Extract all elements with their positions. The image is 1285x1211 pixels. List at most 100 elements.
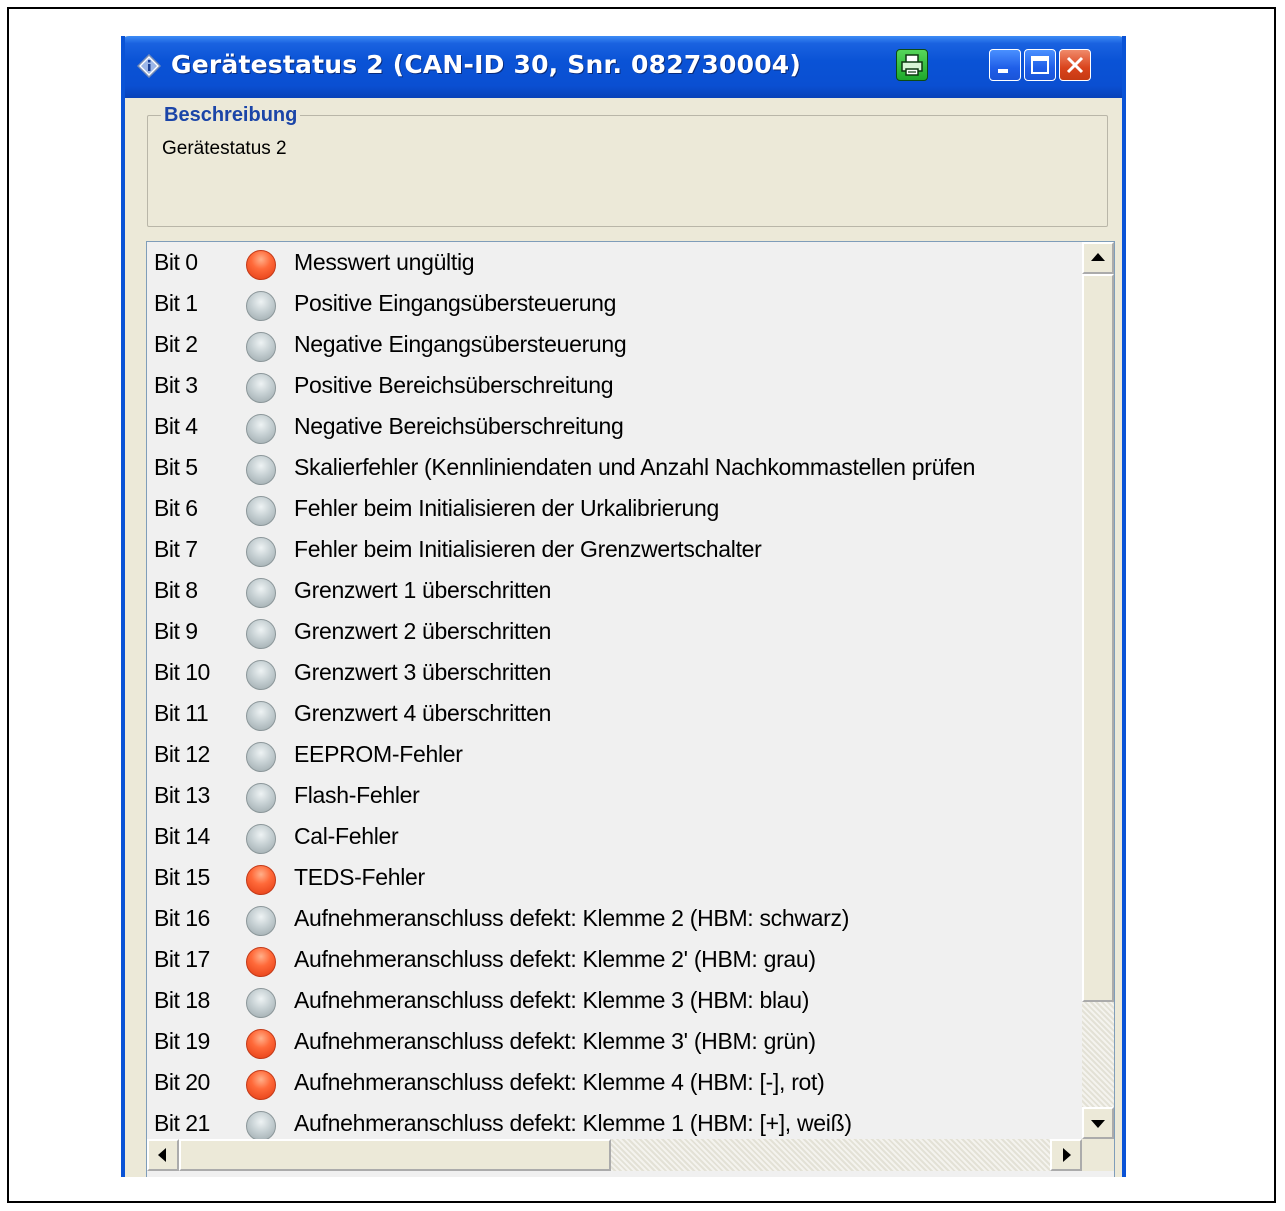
led-inactive-icon: [246, 619, 276, 649]
bit-description: TEDS-Fehler: [294, 864, 425, 890]
led-inactive-icon: [246, 824, 276, 854]
device-status-window: Gerätestatus 2 (CAN-ID 30, Snr. 08273000…: [121, 36, 1126, 1177]
bit-number: Bit 1: [154, 290, 198, 316]
bit-number: Bit 9: [154, 618, 198, 644]
led-inactive-icon: [246, 291, 276, 321]
bit-description: Messwert ungültig: [294, 249, 475, 275]
status-row[interactable]: Bit 18 Aufnehmeranschluss defekt: Klemme …: [147, 980, 1077, 1021]
horizontal-scrollbar[interactable]: [147, 1139, 1082, 1171]
status-row[interactable]: Bit 9 Grenzwert 2 überschritten: [147, 611, 1077, 652]
bit-description: Grenzwert 1 überschritten: [294, 577, 552, 603]
bit-description: Fehler beim Initialisieren der Grenzwert…: [294, 536, 762, 562]
bit-description: EEPROM-Fehler: [294, 741, 463, 767]
description-legend: Beschreibung: [161, 104, 301, 127]
bit-number: Bit 18: [154, 987, 210, 1013]
status-row[interactable]: Bit 14 Cal-Fehler: [147, 816, 1077, 857]
status-row[interactable]: Bit 8 Grenzwert 1 überschritten: [147, 570, 1077, 611]
description-groupbox: [147, 115, 1108, 227]
led-active-icon: [246, 947, 276, 977]
bit-number: Bit 6: [154, 495, 198, 521]
bit-description: Fehler beim Initialisieren der Urkalibri…: [294, 495, 719, 521]
status-row[interactable]: Bit 7 Fehler beim Initialisieren der Gren…: [147, 529, 1077, 570]
led-inactive-icon: [246, 783, 276, 813]
status-row[interactable]: Bit 19 Aufnehmeranschluss defekt: Klemme …: [147, 1021, 1077, 1062]
bit-number: Bit 10: [154, 659, 210, 685]
led-inactive-icon: [246, 578, 276, 608]
led-active-icon: [246, 250, 276, 280]
minimize-button[interactable]: [989, 49, 1021, 81]
status-row[interactable]: Bit 15 TEDS-Fehler: [147, 857, 1077, 898]
bit-number: Bit 5: [154, 454, 198, 480]
description-text: Gerätestatus 2: [162, 138, 287, 159]
bit-number: Bit 2: [154, 331, 198, 357]
arrow-left-icon: [149, 1148, 177, 1173]
led-inactive-icon: [246, 537, 276, 567]
status-row[interactable]: Bit 16 Aufnehmeranschluss defekt: Klemme …: [147, 898, 1077, 939]
bit-number: Bit 21: [154, 1110, 210, 1136]
bit-number: Bit 11: [154, 700, 209, 726]
bit-description: Grenzwert 4 überschritten: [294, 700, 552, 726]
bit-description: Negative Eingangsübersteuerung: [294, 331, 627, 357]
led-inactive-icon: [246, 742, 276, 772]
status-row[interactable]: Bit 5 Skalierfehler (Kennliniendaten und …: [147, 447, 1077, 488]
bit-description: Aufnehmeranschluss defekt: Klemme 4 (HBM…: [294, 1069, 825, 1095]
led-inactive-icon: [246, 414, 276, 444]
vertical-scroll-thumb[interactable]: [1082, 274, 1114, 1002]
scroll-left-button[interactable]: [147, 1139, 179, 1171]
scroll-down-button[interactable]: [1082, 1107, 1114, 1139]
status-row[interactable]: Bit 20 Aufnehmeranschluss defekt: Klemme …: [147, 1062, 1077, 1103]
led-inactive-icon: [246, 455, 276, 485]
bit-description: Aufnehmeranschluss defekt: Klemme 2' (HB…: [294, 946, 816, 972]
bit-description: Positive Eingangsübersteuerung: [294, 290, 617, 316]
status-row[interactable]: Bit 13 Flash-Fehler: [147, 775, 1077, 816]
status-row[interactable]: Bit 17 Aufnehmeranschluss defekt: Klemme …: [147, 939, 1077, 980]
status-row[interactable]: Bit 4 Negative Bereichsüberschreitung: [147, 406, 1077, 447]
print-button[interactable]: [896, 49, 928, 81]
bit-number: Bit 3: [154, 372, 198, 398]
bit-number: Bit 16: [154, 905, 210, 931]
bit-number: Bit 7: [154, 536, 198, 562]
bit-description: Positive Bereichsüberschreitung: [294, 372, 614, 398]
scroll-right-button[interactable]: [1050, 1139, 1082, 1171]
bit-description: Aufnehmeranschluss defekt: Klemme 1 (HBM…: [294, 1110, 852, 1136]
bit-description: Skalierfehler (Kennliniendaten und Anzah…: [294, 454, 976, 480]
vertical-scrollbar[interactable]: [1082, 242, 1114, 1139]
status-row[interactable]: Bit 21 Aufnehmeranschluss defekt: Klemme …: [147, 1103, 1077, 1144]
led-active-icon: [246, 865, 276, 895]
status-bit-list[interactable]: Bit 0 Messwert ungültig Bit 1 Positive Eing…: [146, 241, 1115, 1177]
bit-number: Bit 17: [154, 946, 210, 972]
led-active-icon: [246, 1070, 276, 1100]
bit-number: Bit 14: [154, 823, 210, 849]
status-row[interactable]: Bit 6 Fehler beim Initialisieren der Urka…: [147, 488, 1077, 529]
led-inactive-icon: [246, 373, 276, 403]
bit-number: Bit 8: [154, 577, 198, 603]
bit-description: Aufnehmeranschluss defekt: Klemme 3' (HB…: [294, 1028, 816, 1054]
maximize-button[interactable]: [1024, 49, 1056, 81]
status-row[interactable]: Bit 10 Grenzwert 3 überschritten: [147, 652, 1077, 693]
status-row[interactable]: Bit 1 Positive Eingangsübersteuerung: [147, 283, 1077, 324]
bit-description: Aufnehmeranschluss defekt: Klemme 2 (HBM…: [294, 905, 850, 931]
horizontal-scroll-thumb[interactable]: [179, 1139, 611, 1171]
bit-description: Flash-Fehler: [294, 782, 420, 808]
title-bar[interactable]: Gerätestatus 2 (CAN-ID 30, Snr. 08273000…: [125, 36, 1122, 98]
info-diamond-icon: [136, 53, 162, 79]
led-inactive-icon: [246, 660, 276, 690]
led-inactive-icon: [246, 496, 276, 526]
bit-description: Grenzwert 2 überschritten: [294, 618, 552, 644]
led-inactive-icon: [246, 701, 276, 731]
window-title: Gerätestatus 2 (CAN-ID 30, Snr. 08273000…: [171, 50, 802, 79]
bit-description: Aufnehmeranschluss defekt: Klemme 3 (HBM…: [294, 987, 810, 1013]
bit-number: Bit 12: [154, 741, 210, 767]
status-row[interactable]: Bit 11 Grenzwert 4 überschritten: [147, 693, 1077, 734]
close-button[interactable]: [1059, 49, 1091, 81]
status-row[interactable]: Bit 12 EEPROM-Fehler: [147, 734, 1077, 775]
status-row[interactable]: Bit 0 Messwert ungültig: [147, 242, 1077, 283]
led-active-icon: [246, 1029, 276, 1059]
status-row[interactable]: Bit 3 Positive Bereichsüberschreitung: [147, 365, 1077, 406]
led-inactive-icon: [246, 988, 276, 1018]
bit-number: Bit 20: [154, 1069, 210, 1095]
scroll-up-button[interactable]: [1082, 242, 1114, 274]
scroll-corner: [1082, 1139, 1114, 1171]
status-row[interactable]: Bit 2 Negative Eingangsübersteuerung: [147, 324, 1077, 365]
bit-description: Cal-Fehler: [294, 823, 399, 849]
